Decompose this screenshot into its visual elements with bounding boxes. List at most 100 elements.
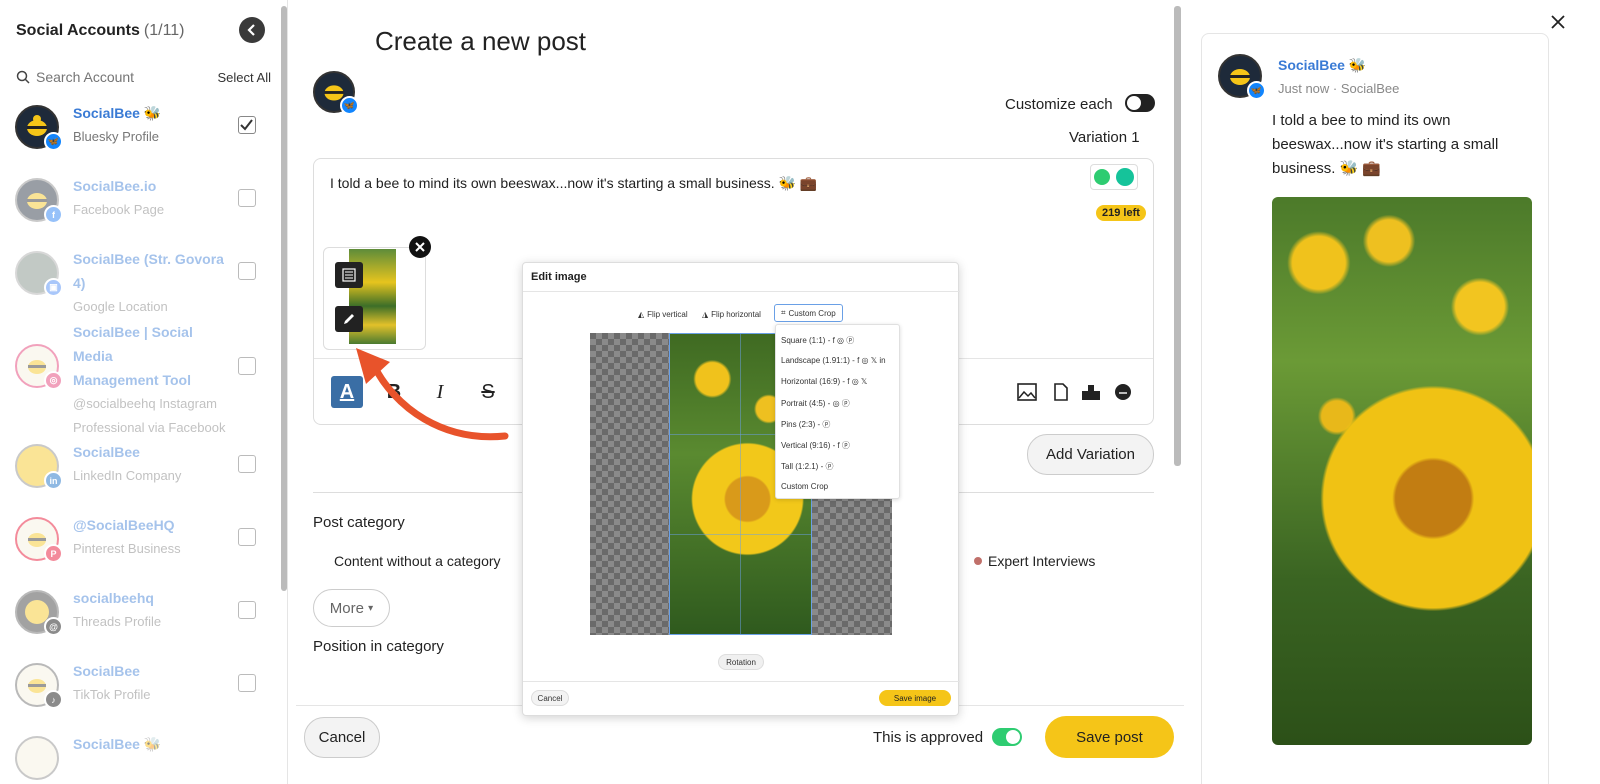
category-option-expert[interactable]: Expert Interviews: [974, 553, 1095, 569]
account-name: SocialBee 🐝: [73, 105, 162, 121]
customize-each-toggle[interactable]: [1125, 94, 1155, 112]
facebook-instagram-x-icons: f ◎ 𝕏: [847, 377, 868, 386]
search-account-input[interactable]: [36, 69, 186, 85]
edit-image-button[interactable]: [335, 306, 363, 332]
approved-toggle[interactable]: [992, 728, 1022, 746]
checkmark-icon: [240, 119, 253, 131]
chevron-left-icon: [247, 24, 255, 36]
account-checkbox[interactable]: [238, 262, 256, 280]
account-type: TikTok Profile: [73, 687, 151, 702]
crop-option-portrait[interactable]: Portrait (4:5) - ◎ ⓟ: [781, 398, 850, 409]
crop-option-landscape[interactable]: Landscape (1.91:1) - f ◎ 𝕏 in: [781, 356, 886, 365]
crop-icon: ⌗: [781, 308, 786, 317]
avatar: ♪: [15, 663, 63, 709]
flip-horizontal-icon: ◮: [702, 309, 709, 319]
avatar: f: [15, 178, 63, 224]
sidebar-scrollbar[interactable]: [281, 6, 287, 591]
category-option-none[interactable]: Content without a category: [334, 553, 501, 569]
account-item[interactable]: SocialBee 🐝: [0, 729, 287, 784]
accounts-sidebar: Social Accounts(1/11) Select All 🦋 Socia…: [0, 0, 288, 784]
account-name-line1: SocialBee | Social Media: [73, 324, 193, 364]
account-checkbox[interactable]: [238, 674, 256, 692]
account-item[interactable]: P @SocialBeeHQ Pinterest Business: [0, 510, 287, 583]
media-library-icon[interactable]: [1075, 376, 1107, 408]
account-checkbox[interactable]: [238, 189, 256, 207]
account-item[interactable]: in SocialBee LinkedIn Company: [0, 437, 287, 510]
grammarly-icon[interactable]: [1116, 168, 1134, 186]
modal-cancel-button[interactable]: Cancel: [531, 690, 569, 706]
post-text[interactable]: I told a bee to mind its own beeswax...n…: [330, 175, 817, 192]
account-item[interactable]: @ socialbeehq Threads Profile: [0, 583, 287, 656]
edit-image-modal: Edit image ◭ Flip vertical ◮ Flip horizont…: [522, 262, 960, 716]
instagram-icon: ◎: [44, 371, 63, 390]
caret-down-icon: ▾: [368, 602, 374, 614]
more-categories-button[interactable]: More ▾: [313, 589, 390, 627]
crop-option-custom[interactable]: Custom Crop: [781, 482, 828, 491]
instagram-pinterest-icons: ◎ ⓟ: [832, 399, 850, 408]
select-all-link[interactable]: Select All: [218, 70, 271, 85]
remove-media-button[interactable]: [409, 236, 431, 258]
account-text: SocialBee.io Facebook Page: [73, 174, 233, 222]
save-post-button[interactable]: Save post: [1045, 716, 1174, 758]
crop-option-square[interactable]: Square (1:1) - f ◎ ⓟ: [781, 335, 854, 346]
account-type: LinkedIn Company: [73, 468, 182, 483]
linkedin-icon: in: [44, 471, 63, 490]
crop-option-tall[interactable]: Tall (1:2.1) - ⓟ: [781, 461, 833, 472]
pinterest-icon: P: [44, 544, 63, 563]
account-item[interactable]: ◎ SocialBee | Social Media Management To…: [0, 317, 287, 437]
collapse-sidebar-button[interactable]: [239, 17, 265, 43]
preview-text: I told a bee to mind its own beeswax...n…: [1272, 112, 1499, 177]
account-checkbox[interactable]: [238, 357, 256, 375]
page-title: Create a new post: [375, 26, 587, 56]
close-icon[interactable]: [1550, 14, 1566, 30]
account-checkbox[interactable]: [238, 601, 256, 619]
modal-divider: [523, 681, 960, 682]
flip-vertical-button[interactable]: ◭ Flip vertical: [638, 305, 688, 323]
crop-option-horizontal[interactable]: Horizontal (16:9) - f ◎ 𝕏: [781, 377, 867, 386]
preview-meta: Just now · SocialBee: [1278, 81, 1400, 96]
emoji-icon[interactable]: [1107, 376, 1139, 408]
rotation-button[interactable]: Rotation: [718, 654, 764, 670]
facebook-pinterest-icons: f ⓟ: [837, 441, 850, 450]
avatar: ▣: [15, 251, 63, 297]
ai-assistant-icon[interactable]: [1094, 169, 1110, 185]
pinterest-icon: ⓟ: [822, 420, 831, 429]
account-checkbox[interactable]: [238, 528, 256, 546]
avatar: ◎: [15, 344, 63, 390]
preview-image: [1272, 197, 1532, 745]
position-in-category-label: Position in category: [313, 638, 444, 655]
image-icon[interactable]: [1011, 376, 1043, 408]
account-checkbox[interactable]: [238, 116, 256, 134]
tiktok-icon: ♪: [44, 690, 63, 709]
account-checkbox[interactable]: [238, 455, 256, 473]
account-type: Threads Profile: [73, 614, 162, 629]
save-image-button[interactable]: Save image: [879, 690, 951, 706]
flip-horizontal-button[interactable]: ◮ Flip horizontal: [702, 305, 761, 323]
media-thumbnail[interactable]: [323, 247, 426, 350]
account-text: SocialBee | Social Media Management Tool…: [73, 320, 233, 440]
account-text: SocialBee 🐝: [73, 732, 233, 756]
flip-vertical-icon: ◭: [638, 309, 645, 319]
avatar: 🦋: [15, 105, 63, 151]
custom-crop-button[interactable]: ⌗ Custom Crop: [774, 304, 843, 322]
account-item[interactable]: f SocialBee.io Facebook Page: [0, 171, 287, 244]
variation-label: Variation 1: [1069, 129, 1140, 146]
crop-option-vertical[interactable]: Vertical (9:16) - f ⓟ: [781, 440, 850, 451]
file-icon[interactable]: [1045, 376, 1077, 408]
close-icon: [415, 242, 425, 252]
add-variation-button[interactable]: Add Variation: [1027, 434, 1154, 475]
selected-account-avatar[interactable]: 🦋: [313, 71, 359, 115]
alt-text-button[interactable]: [335, 262, 363, 288]
account-item[interactable]: ▣ SocialBee (Str. Govora 4) Google Locat…: [0, 244, 287, 317]
account-type: Pinterest Business: [73, 541, 181, 556]
crop-ratio-menu: Square (1:1) - f ◎ ⓟ Landscape (1.91:1) …: [775, 324, 900, 499]
account-name: @SocialBeeHQ: [73, 517, 175, 533]
modal-title: Edit image: [531, 271, 587, 283]
editor-scrollbar[interactable]: [1174, 6, 1181, 466]
avatar: [15, 736, 59, 780]
crop-option-pins[interactable]: Pins (2:3) - ⓟ: [781, 419, 830, 430]
search-icon: [16, 70, 30, 84]
account-item[interactable]: 🦋 SocialBee 🐝 Bluesky Profile: [0, 98, 287, 171]
account-item[interactable]: ♪ SocialBee TikTok Profile: [0, 656, 287, 729]
cancel-button[interactable]: Cancel: [304, 717, 380, 758]
